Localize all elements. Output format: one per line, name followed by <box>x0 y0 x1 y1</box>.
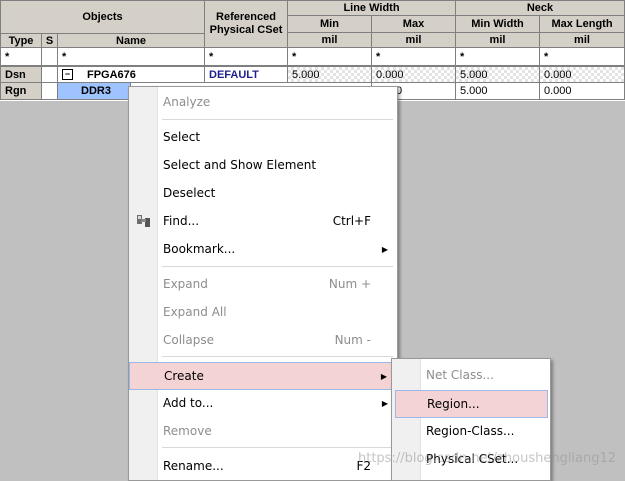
menu-item-find-shortcut: Ctrl+F <box>332 214 371 228</box>
row-dsn-type[interactable]: Dsn <box>0 66 42 83</box>
menu-item-collapse-shortcut: Num - <box>334 333 371 347</box>
menu-item-create-label: Create <box>164 369 204 383</box>
menu-item-bookmark[interactable]: Bookmark... ▶ <box>129 237 397 261</box>
header-referenced-cset[interactable]: Referenced Physical CSet <box>204 0 288 48</box>
row-rgn-name-label: DDR3 <box>81 85 111 97</box>
unit-neck-min: mil <box>455 32 540 48</box>
menu-separator <box>162 356 393 357</box>
filter-type[interactable]: * <box>0 47 42 66</box>
menu-item-analyze[interactable]: Analyze <box>129 90 397 114</box>
filter-lw-min[interactable]: * <box>287 47 372 66</box>
menu-item-rename-label: Rename... <box>163 459 224 473</box>
menu-item-collapse-label: Collapse <box>163 333 214 347</box>
row-rgn-name[interactable]: DDR3 <box>57 82 131 100</box>
header-objects[interactable]: Objects <box>0 0 205 34</box>
menu-item-rename[interactable]: Rename... F2 <box>129 454 397 478</box>
filter-cset[interactable]: * <box>204 47 288 66</box>
menu-item-find-label: Find... <box>163 214 200 228</box>
menu-item-find[interactable]: Find... Ctrl+F <box>129 209 397 233</box>
row-dsn-name-label: FPGA676 <box>87 68 136 81</box>
submenu-item-region[interactable]: Region... <box>395 390 548 418</box>
menu-separator <box>162 119 393 120</box>
menu-item-bookmark-label: Bookmark... <box>163 242 236 256</box>
submenu-arrow-icon: ▶ <box>381 244 388 254</box>
header-s[interactable]: S <box>41 33 58 48</box>
header-name[interactable]: Name <box>57 33 205 48</box>
row-rgn-neck-max[interactable]: 0.000 <box>539 82 625 100</box>
header-physical-cset-label: Physical CSet <box>209 24 283 36</box>
row-dsn-lw-min[interactable]: 5.000 <box>287 66 372 83</box>
menu-separator <box>162 447 393 448</box>
menu-item-analyze-label: Analyze <box>163 95 211 109</box>
row-rgn-s[interactable] <box>41 82 58 100</box>
row-dsn-s[interactable] <box>41 66 58 83</box>
menu-item-create[interactable]: Create ▶ <box>129 362 397 390</box>
watermark-text: https://blog.csdn.net/zhoushengliang12 <box>358 451 617 466</box>
menu-item-remove[interactable]: Remove <box>129 419 397 443</box>
row-rgn-neck-min[interactable]: 5.000 <box>455 82 540 100</box>
row-dsn-neck-max[interactable]: 0.000 <box>539 66 625 83</box>
binoculars-icon <box>137 215 150 227</box>
header-type[interactable]: Type <box>0 33 42 48</box>
submenu-item-region-class[interactable]: Region-Class... <box>392 419 550 443</box>
header-lw-max[interactable]: Max <box>371 15 456 33</box>
submenu-item-region-class-label: Region-Class... <box>426 424 515 438</box>
context-menu: Analyze Select Select and Show Element D… <box>128 86 398 481</box>
header-neck[interactable]: Neck <box>455 0 625 16</box>
menu-item-deselect-label: Deselect <box>163 186 216 200</box>
header-line-width[interactable]: Line Width <box>287 0 456 16</box>
menu-item-expand[interactable]: Expand Num + <box>129 272 397 296</box>
row-rgn-type[interactable]: Rgn <box>0 82 42 100</box>
menu-item-deselect[interactable]: Deselect <box>129 181 397 205</box>
menu-item-expand-shortcut: Num + <box>328 277 371 291</box>
menu-item-remove-label: Remove <box>163 424 212 438</box>
header-lw-min[interactable]: Min <box>287 15 372 33</box>
submenu-arrow-icon: ▶ <box>380 371 387 381</box>
row-dsn-cset[interactable]: DEFAULT <box>204 66 288 83</box>
menu-item-select-and-show[interactable]: Select and Show Element <box>129 153 397 177</box>
header-neck-min-width[interactable]: Min Width <box>455 15 540 33</box>
menu-item-add-to[interactable]: Add to... ▶ <box>129 391 397 415</box>
menu-item-expand-all[interactable]: Expand All <box>129 300 397 324</box>
filter-name[interactable]: * <box>57 47 205 66</box>
filter-neck-min[interactable]: * <box>455 47 540 66</box>
collapse-toggle-icon[interactable]: − <box>62 69 73 80</box>
header-referenced-label: Referenced <box>216 11 276 23</box>
header-neck-max-length[interactable]: Max Length <box>539 15 625 33</box>
menu-item-add-to-label: Add to... <box>163 396 214 410</box>
menu-item-select-label: Select <box>163 130 201 144</box>
menu-item-select[interactable]: Select <box>129 125 397 149</box>
submenu-arrow-icon: ▶ <box>381 398 388 408</box>
submenu-item-net-class[interactable]: Net Class... <box>392 363 550 387</box>
row-dsn-lw-max[interactable]: 0.000 <box>371 66 456 83</box>
submenu-item-net-class-label: Net Class... <box>426 368 494 382</box>
menu-separator <box>162 266 393 267</box>
unit-neck-max: mil <box>539 32 625 48</box>
menu-item-expand-all-label: Expand All <box>163 305 227 319</box>
row-dsn-neck-min[interactable]: 5.000 <box>455 66 540 83</box>
menu-item-expand-label: Expand <box>163 277 208 291</box>
menu-item-collapse[interactable]: Collapse Num - <box>129 328 397 352</box>
row-dsn-name[interactable]: − FPGA676 <box>57 66 205 83</box>
unit-lw-min: mil <box>287 32 372 48</box>
filter-neck-max[interactable]: * <box>539 47 625 66</box>
submenu-item-region-label: Region... <box>427 397 480 411</box>
filter-s[interactable] <box>41 47 58 66</box>
filter-lw-max[interactable]: * <box>371 47 456 66</box>
menu-item-select-and-show-label: Select and Show Element <box>163 158 317 172</box>
unit-lw-max: mil <box>371 32 456 48</box>
